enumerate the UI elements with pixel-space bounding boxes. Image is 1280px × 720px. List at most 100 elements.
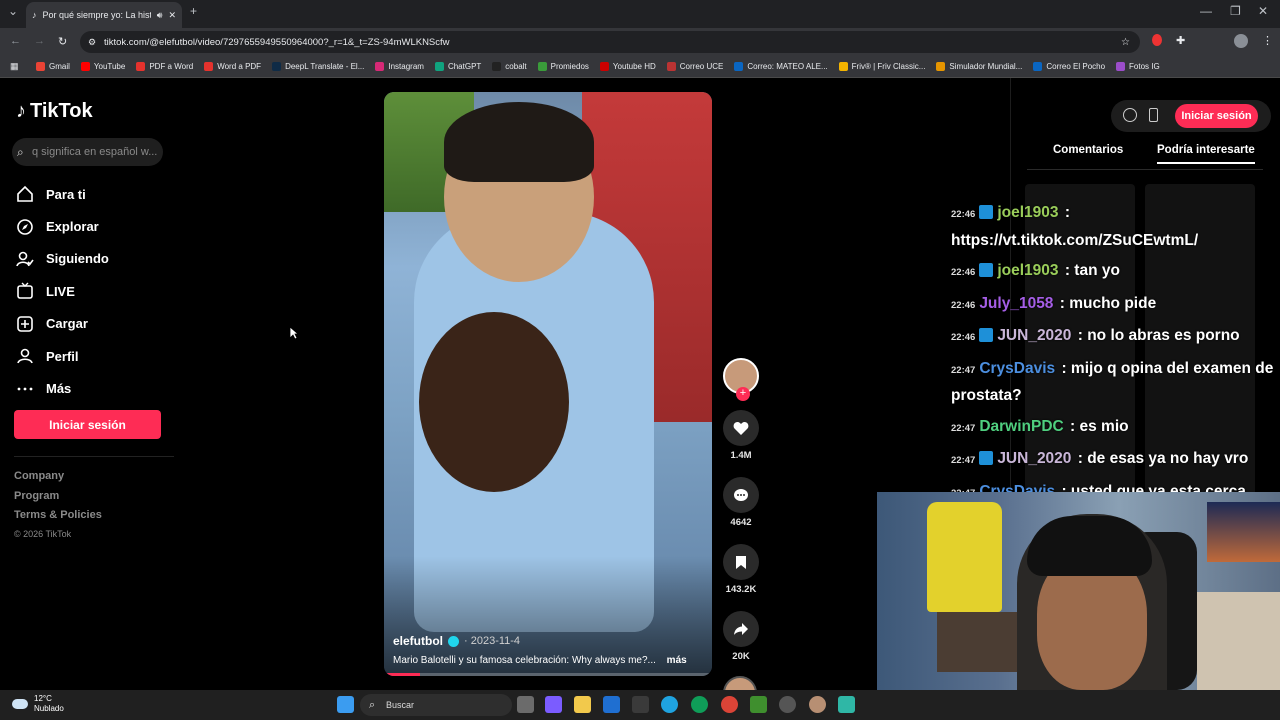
heart-icon — [733, 421, 749, 435]
creator-avatar[interactable]: + — [723, 358, 759, 401]
footer-terms-link[interactable]: Terms & Policies — [14, 509, 102, 529]
bookmark-deepl[interactable]: DeepL Translate - El... — [272, 62, 364, 71]
bookmark-cobalt[interactable]: cobalt — [492, 62, 527, 71]
copilot-icon[interactable] — [545, 696, 562, 713]
footer-company-link[interactable]: Company — [14, 470, 102, 490]
nav-perfil[interactable]: Perfil — [16, 340, 109, 372]
save-button[interactable] — [723, 544, 759, 580]
bookmark-simulador[interactable]: Simulador Mundial... — [936, 62, 1022, 71]
windows-start-icon[interactable] — [337, 696, 354, 713]
tiktok-logo[interactable]: ♪ TikTok — [16, 100, 93, 123]
nav-label: Cargar — [46, 316, 88, 332]
bookmark-promiedos[interactable]: Promiedos — [537, 62, 589, 71]
comment-bubble-icon — [734, 488, 748, 501]
close-window-icon[interactable]: ✕ — [1258, 4, 1268, 18]
bookmark-correo-mateo[interactable]: Correo: MATEO ALE... — [734, 62, 828, 71]
minecraft-icon[interactable] — [750, 696, 767, 713]
extensions-puzzle-icon[interactable]: ✚ — [1176, 34, 1185, 47]
back-icon[interactable]: ← — [10, 35, 21, 47]
chrome-icon[interactable] — [721, 696, 738, 713]
outlook-icon[interactable] — [603, 696, 620, 713]
browser-tab[interactable]: ♪ Por qué siempre yo: La histo 🔊︎ ✕ — [26, 2, 182, 28]
pdf-icon — [204, 62, 214, 71]
new-tab-icon[interactable]: + — [190, 4, 197, 18]
bookmark-label: Fotos IG — [1129, 62, 1160, 71]
chat-time: 22:47 — [951, 422, 976, 434]
search-input[interactable]: ⌕ q significa en español w... — [12, 138, 163, 166]
bookmark-chatgpt[interactable]: ChatGPT — [434, 62, 481, 71]
comment-button[interactable] — [723, 477, 759, 513]
coins-icon[interactable] — [1123, 108, 1137, 122]
speaker-icon[interactable]: 🔊︎ — [157, 10, 163, 21]
nav-label: Siguiendo — [46, 251, 109, 267]
bookmark-gmail[interactable]: Gmail — [36, 62, 70, 71]
utorrent-icon[interactable] — [691, 696, 708, 713]
simulador-icon — [936, 62, 946, 71]
minimize-icon[interactable]: — — [1200, 4, 1212, 18]
youtube-icon — [80, 62, 90, 71]
bookmark-friv[interactable]: Friv® | Friv Classic... — [838, 62, 926, 71]
browser-menu-icon[interactable]: ⋮ — [1262, 34, 1273, 47]
video-progress-bar[interactable] — [384, 673, 712, 676]
device-icon[interactable] — [1149, 108, 1158, 122]
task-view-icon[interactable] — [517, 696, 534, 713]
file-explorer-icon[interactable] — [574, 696, 591, 713]
bookmark-star-icon[interactable]: ☆ — [1121, 37, 1130, 48]
video-second-player-head — [419, 312, 569, 492]
site-info-icon[interactable]: ⚙ — [88, 37, 96, 48]
logo-text: TikTok — [30, 100, 93, 122]
login-button[interactable]: Iniciar sesión — [14, 410, 161, 439]
search-icon: ⌕ — [369, 698, 376, 711]
bookmark-pdf-a-word[interactable]: PDF a Word — [136, 62, 193, 71]
tab-comentarios[interactable]: Comentarios — [1053, 144, 1123, 156]
nav-mas[interactable]: Más — [16, 372, 109, 404]
restore-icon[interactable]: ❐ — [1230, 4, 1241, 18]
obs-icon[interactable] — [779, 696, 796, 713]
chat-time: 22:47 — [951, 364, 976, 376]
top-login-button[interactable]: Iniciar sesión — [1175, 104, 1258, 128]
store-icon[interactable] — [632, 696, 649, 713]
close-tab-icon[interactable]: ✕ — [168, 10, 176, 21]
bookmark-label: YouTube — [93, 62, 126, 71]
like-button[interactable] — [723, 410, 759, 446]
video-player[interactable]: elefutbol · 2023-11-4 Mario Balotelli y … — [384, 92, 712, 676]
bookmark-instagram[interactable]: Instagram — [375, 62, 424, 71]
url-field[interactable]: ⚙ tiktok.com/@elefutbol/video/7297655949… — [80, 31, 1140, 53]
nav-explorar[interactable]: Explorar — [16, 210, 109, 242]
footer-program-link[interactable]: Program — [14, 490, 102, 510]
bookmark-correo-uce[interactable]: Correo UCE — [666, 62, 723, 71]
video-author[interactable]: elefutbol — [393, 634, 443, 648]
apps-grid-icon[interactable]: ▦ — [10, 61, 19, 72]
bookmark-youtube-hd[interactable]: Youtube HD — [599, 62, 656, 71]
bookmark-youtube[interactable]: YouTube — [80, 62, 126, 71]
bookmark-word-a-pdf[interactable]: Word a PDF — [204, 62, 261, 71]
share-button[interactable] — [723, 611, 759, 647]
more-link[interactable]: más — [667, 655, 687, 666]
bookmark-label: Word a PDF — [217, 62, 262, 71]
taskbar-search[interactable]: ⌕ Buscar — [360, 694, 512, 716]
bookmark-correo-pocho[interactable]: Correo El Pocho — [1033, 62, 1105, 71]
bookmark-label: Instagram — [388, 62, 424, 71]
edge-icon[interactable] — [661, 696, 678, 713]
tab-podria-interesarte[interactable]: Podría interesarte — [1157, 144, 1255, 164]
app-avatar-icon[interactable] — [809, 696, 826, 713]
bookmark-label: Friv® | Friv Classic... — [851, 62, 926, 71]
extension-icon[interactable] — [1152, 34, 1162, 46]
notepad-icon[interactable] — [838, 696, 855, 713]
chat-message: 22:46 JUN_2020 : no lo abras es porno — [951, 323, 1280, 351]
bookmark-fotos-ig[interactable]: Fotos IG — [1116, 62, 1160, 71]
weather-widget[interactable]: 12°C Nublado — [12, 694, 64, 714]
profile-avatar-icon[interactable] — [1234, 34, 1248, 48]
bookmark-label: DeepL Translate - El... — [285, 62, 365, 71]
forward-icon[interactable]: → — [34, 35, 45, 47]
nav-para-ti[interactable]: Para ti — [16, 178, 109, 210]
follow-plus-icon[interactable]: + — [736, 387, 750, 401]
nav-siguiendo[interactable]: Siguiendo — [16, 243, 109, 275]
more-dots-icon — [17, 387, 33, 390]
nav-live[interactable]: LIVE — [16, 275, 109, 307]
tab-list-icon[interactable]: ⌄ — [8, 4, 18, 18]
nav-cargar[interactable]: Cargar — [16, 308, 109, 340]
chat-user: July_1058 — [979, 294, 1054, 312]
video-meta: elefutbol · 2023-11-4 — [393, 634, 520, 648]
reload-icon[interactable]: ↻ — [58, 35, 67, 48]
